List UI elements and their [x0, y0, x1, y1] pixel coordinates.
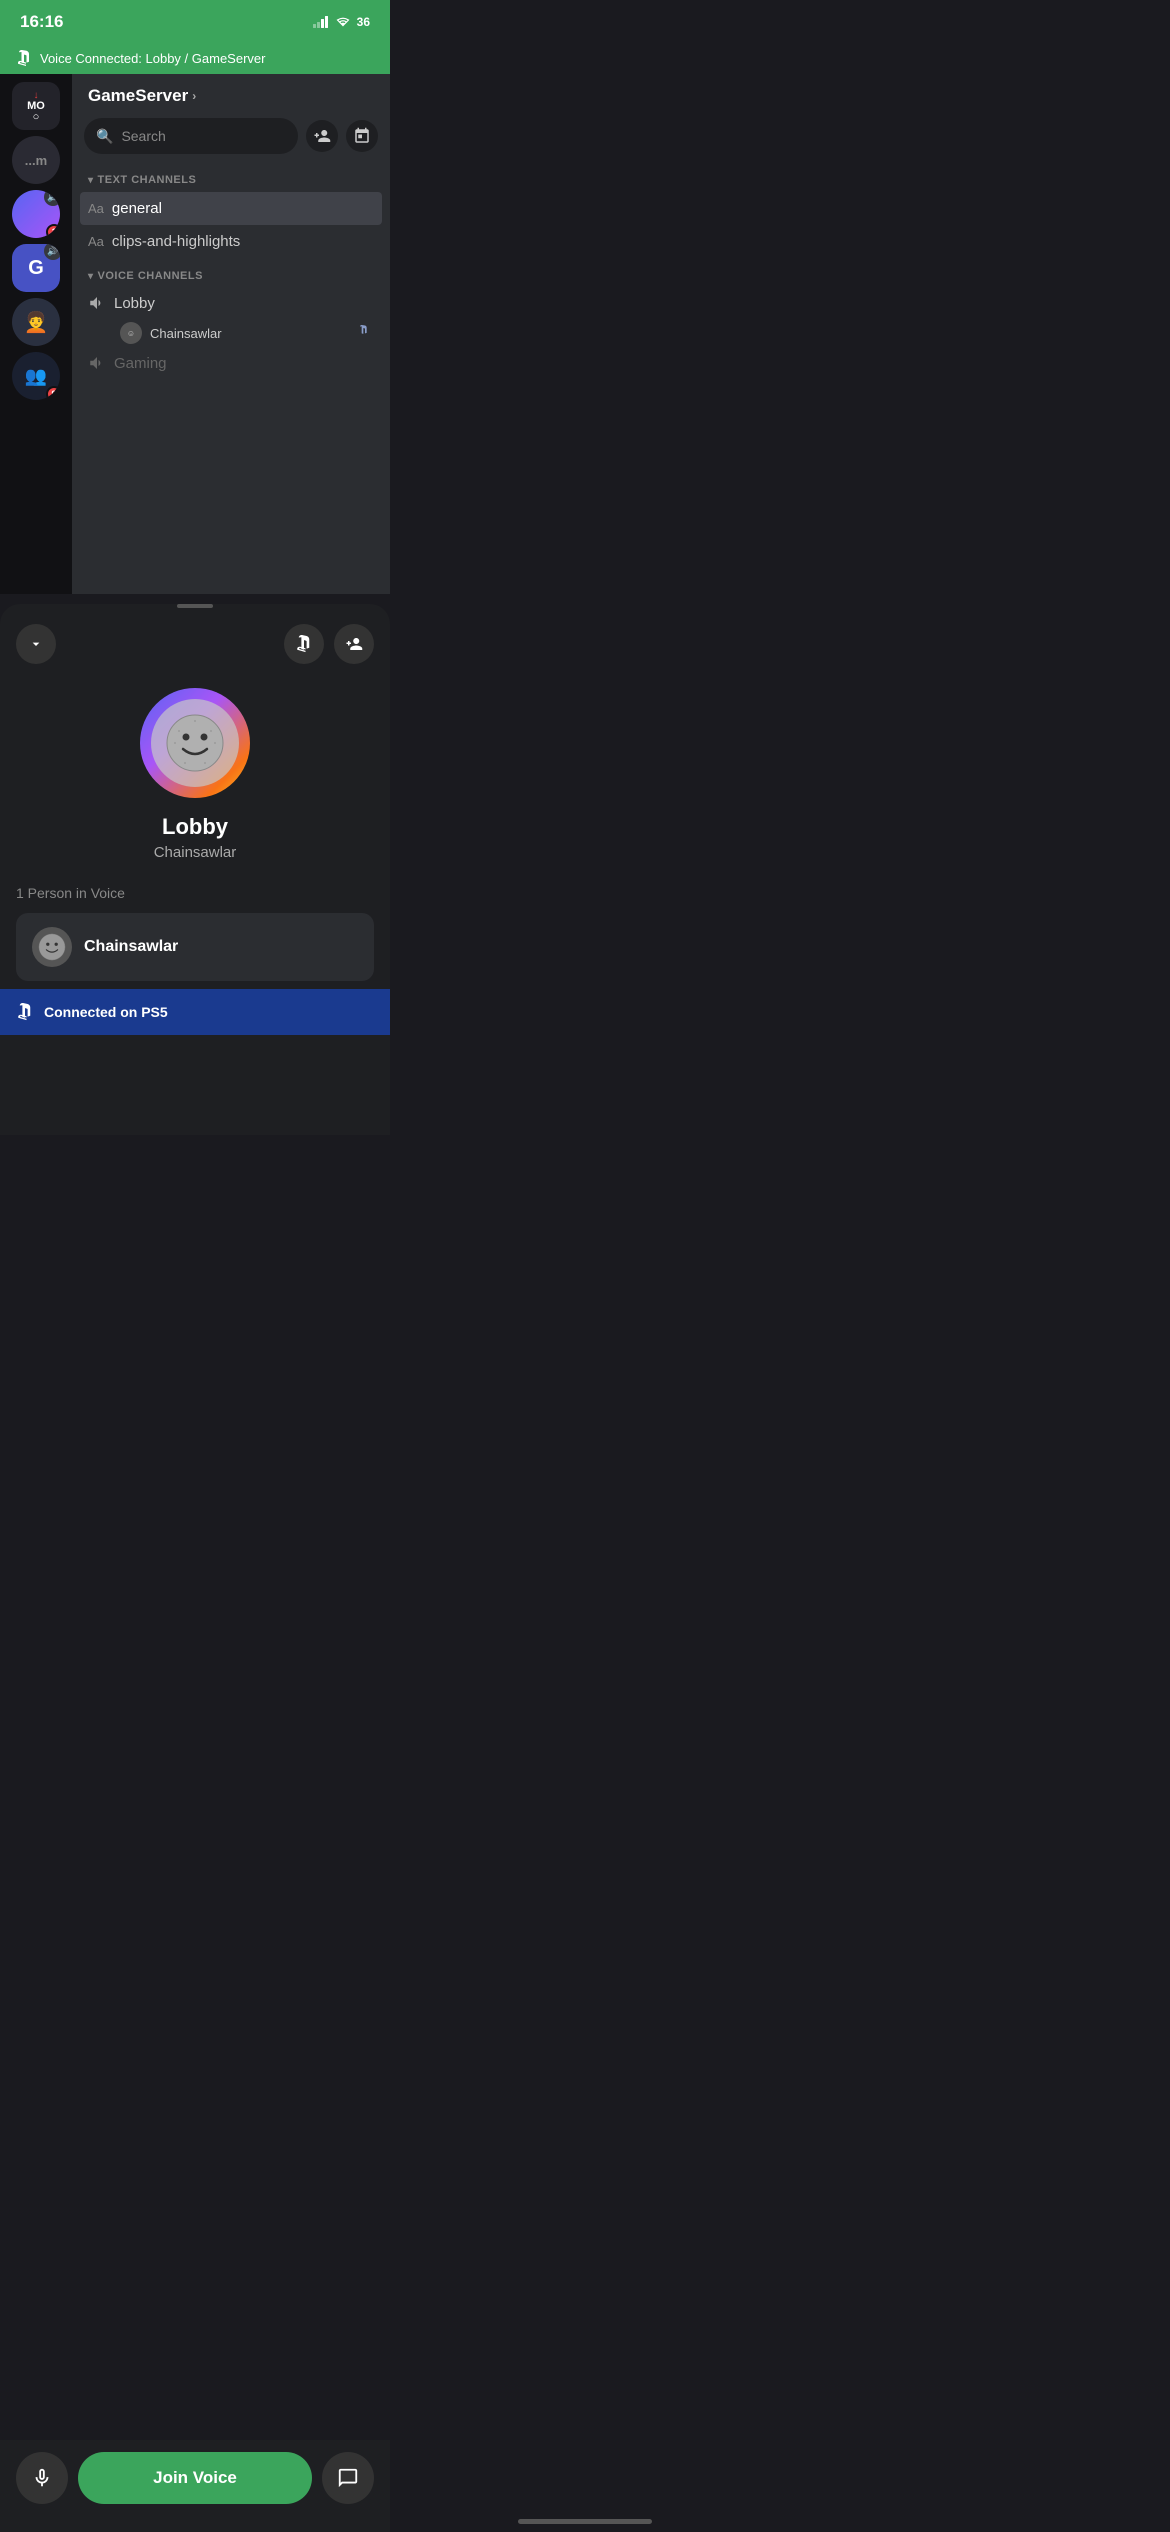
- voice-hero: Lobby Chainsawlar: [0, 680, 390, 885]
- bottom-sheet: Lobby Chainsawlar 1 Person in Voice Chai…: [0, 604, 390, 1135]
- join-voice-button[interactable]: Join Voice: [78, 2452, 312, 2504]
- sidebar-item-g[interactable]: G 🔊: [12, 244, 60, 292]
- sheet-collapse-button[interactable]: [16, 624, 56, 664]
- server-view: ↓ MO ○ ...m 🔊 1 G 🔊 🧑‍🦱 👥 9 GameSe: [0, 74, 390, 594]
- search-bar[interactable]: 🔍 Search: [84, 118, 298, 154]
- voice-avatar-smiley: [151, 699, 239, 787]
- chevron-down-icon: [28, 636, 44, 652]
- status-time: 16:16: [20, 12, 63, 32]
- search-icon: 🔍: [96, 128, 113, 145]
- text-channels-header[interactable]: ▾ Text Channels: [72, 170, 390, 192]
- sheet-handle: [177, 604, 213, 608]
- ps5-icon: [16, 1003, 34, 1021]
- events-button[interactable]: [346, 120, 378, 152]
- voice-channel-gaming[interactable]: Gaming: [72, 348, 390, 378]
- invite-button[interactable]: [334, 624, 374, 664]
- smiley-face-icon: [165, 713, 225, 773]
- chat-icon: [337, 2467, 359, 2489]
- voice-connected-text: Voice Connected: Lobby / GameServer: [40, 51, 265, 66]
- playstation-button[interactable]: [284, 624, 324, 664]
- ps5-connected-text: Connected on PS5: [44, 1004, 168, 1020]
- battery-icon: 36: [357, 15, 370, 29]
- search-placeholder: Search: [121, 128, 165, 144]
- voice-channel-avatar: [140, 688, 250, 798]
- status-icons: 36: [313, 15, 370, 29]
- ps-icon-lobby: [358, 325, 374, 341]
- volume-icon-lobby: [88, 294, 106, 312]
- add-member-icon: [313, 127, 331, 145]
- playstation-logo-banner: [16, 50, 32, 66]
- add-member-button[interactable]: [306, 120, 338, 152]
- add-friend-icon: [345, 635, 363, 653]
- voice-user-card: Chainsawlar: [16, 913, 374, 981]
- calendar-icon: [353, 127, 371, 145]
- sheet-top-row: [0, 624, 390, 680]
- ps5-connected-banner: Connected on PS5: [0, 989, 390, 1035]
- voice-channel-title: Lobby: [162, 814, 228, 840]
- server-name-chevron: ›: [192, 89, 196, 103]
- text-channel-prefix: Aa: [88, 201, 104, 216]
- text-channel-prefix-clips: Aa: [88, 234, 104, 249]
- signal-icon: [313, 16, 329, 28]
- voice-channels-header[interactable]: ▾ Voice Channels: [72, 266, 390, 288]
- voice-user-card-name: Chainsawlar: [84, 938, 178, 956]
- voice-user-chainsawlar: ☺ Chainsawlar: [72, 318, 390, 348]
- server-sidebar: ↓ MO ○ ...m 🔊 1 G 🔊 🧑‍🦱 👥 9: [0, 74, 72, 594]
- sheet-right-buttons: [284, 624, 374, 664]
- join-voice-label: Join Voice: [153, 2468, 237, 2487]
- voice-connected-banner[interactable]: Voice Connected: Lobby / GameServer: [0, 44, 390, 74]
- smiley-face-small-icon: [38, 933, 66, 961]
- voice-channel-lobby[interactable]: Lobby: [72, 288, 390, 318]
- bottom-actions: Join Voice: [0, 2440, 390, 2532]
- voice-channel-gaming-name: Gaming: [114, 355, 167, 372]
- volume-icon-gaming: [88, 354, 106, 372]
- home-indicator: [518, 2519, 652, 2524]
- sidebar-item-mo[interactable]: ↓ MO ○: [12, 82, 60, 130]
- mic-button[interactable]: [16, 2452, 68, 2504]
- chainsawlar-avatar: ☺: [120, 322, 142, 344]
- persons-in-voice-label: 1 Person in Voice: [0, 885, 390, 913]
- playstation-icon: [295, 635, 313, 653]
- voice-user-card-avatar: [32, 927, 72, 967]
- status-bar: 16:16 36: [0, 0, 390, 44]
- channel-clips-name: clips-and-highlights: [112, 233, 240, 250]
- channel-list: GameServer › 🔍 Search ▾ Text Chan: [72, 74, 390, 594]
- channel-clips[interactable]: Aa clips-and-highlights: [72, 225, 390, 258]
- server-name[interactable]: GameServer ›: [72, 86, 390, 118]
- wifi-icon: [335, 16, 351, 28]
- voice-channel-subtitle: Chainsawlar: [154, 844, 237, 861]
- voice-channel-lobby-name: Lobby: [114, 295, 155, 312]
- mic-icon: [31, 2467, 53, 2489]
- sidebar-item-m[interactable]: ...m: [12, 136, 60, 184]
- chat-button[interactable]: [322, 2452, 374, 2504]
- sidebar-item-dark[interactable]: 👥 9: [12, 352, 60, 400]
- channel-general[interactable]: Aa general: [80, 192, 382, 225]
- chainsawlar-name: Chainsawlar: [150, 326, 222, 341]
- sidebar-item-anime[interactable]: 🧑‍🦱: [12, 298, 60, 346]
- sidebar-item-purple[interactable]: 🔊 1: [12, 190, 60, 238]
- channel-general-name: general: [112, 200, 162, 217]
